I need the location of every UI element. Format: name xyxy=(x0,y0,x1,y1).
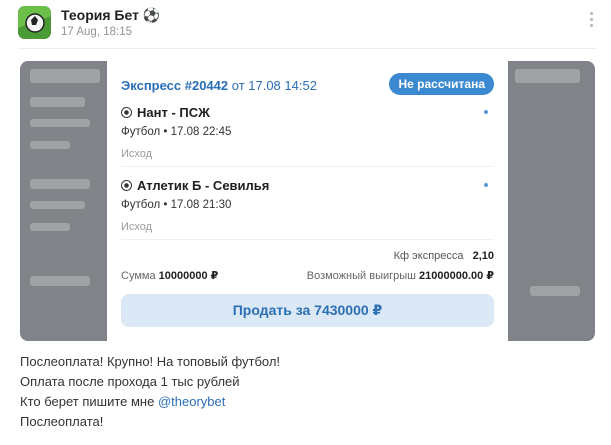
event-title: Нант - ПСЖ xyxy=(137,105,210,120)
soccer-ball-icon xyxy=(121,107,132,118)
post-text-segment: Кто берет пишите мне xyxy=(20,394,158,409)
mention-link[interactable]: @theorybet xyxy=(158,394,225,409)
possible-win: Возможный выигрыш 21000000.00 ₽ xyxy=(307,269,494,282)
event-outcome: Исход xyxy=(121,148,153,160)
win-label: Возможный выигрыш xyxy=(306,270,416,282)
status-badge: Не рассчитана xyxy=(389,73,494,95)
sell-button[interactable]: Продать за 7430000 ₽ xyxy=(121,294,494,327)
post-time[interactable]: 17 Aug, 18:15 xyxy=(61,26,132,38)
bet-ticket-card: Экспресс #20442 от 17.08 14:52 Не рассчи… xyxy=(107,61,508,341)
post-header: Теория Бет ⚽ 17 Aug, 18:15 xyxy=(18,6,598,42)
channel-avatar[interactable] xyxy=(18,6,51,39)
soccer-ball-icon: ⚽ xyxy=(142,7,161,23)
coef-value: 2,10 xyxy=(472,250,494,262)
post-text-line: Оплата после прохода 1 тыс рублей xyxy=(20,374,240,389)
post-text: Послеоплата! Крупно! На топовый футбол! … xyxy=(20,352,280,432)
post-text-line: Кто берет пишите мне @theorybet xyxy=(20,392,280,412)
avatar-logo-icon xyxy=(18,6,51,39)
express-title: Экспресс #20442 от 17.08 14:52 xyxy=(121,78,317,93)
event-sport-time: Футбол • 17.08 21:30 xyxy=(121,199,232,211)
event-title: Атлетик Б - Севилья xyxy=(137,178,270,193)
event-sport-time: Футбол • 17.08 22:45 xyxy=(121,126,232,138)
win-value: 21000000.00 ₽ xyxy=(419,270,494,282)
event-status-dot xyxy=(484,110,488,114)
event-item: Нант - ПСЖ Футбол • 17.08 22:45 Исход xyxy=(121,105,494,160)
post-image[interactable]: Экспресс #20442 от 17.08 14:52 Не рассчи… xyxy=(20,61,595,341)
event-outcome: Исход xyxy=(121,221,153,233)
stake: Сумма 10000000 ₽ xyxy=(121,269,218,282)
event-divider xyxy=(121,166,494,167)
express-date: от 17.08 14:52 xyxy=(231,78,317,93)
express-number: Экспресс #20442 xyxy=(121,78,229,93)
post-text-line: Послеоплата! Крупно! На топовый футбол! xyxy=(20,354,281,369)
post-text-line: Послеоплата! xyxy=(20,414,104,429)
channel-name[interactable]: Теория Бет ⚽ xyxy=(61,7,160,24)
stake-label: Сумма xyxy=(121,270,156,282)
header-divider xyxy=(18,48,597,49)
soccer-ball-icon xyxy=(121,180,132,191)
event-status-dot xyxy=(484,183,488,187)
coef-label: Кф экспресса xyxy=(393,250,464,262)
event-divider xyxy=(121,239,494,240)
express-coef-row: Кф экспресса 2,10 xyxy=(394,250,494,262)
more-options-icon[interactable] xyxy=(588,12,594,30)
stake-value: 10000000 ₽ xyxy=(158,270,219,282)
event-item: Атлетик Б - Севилья Футбол • 17.08 21:30… xyxy=(121,178,494,233)
channel-name-text: Теория Бет xyxy=(61,7,139,23)
